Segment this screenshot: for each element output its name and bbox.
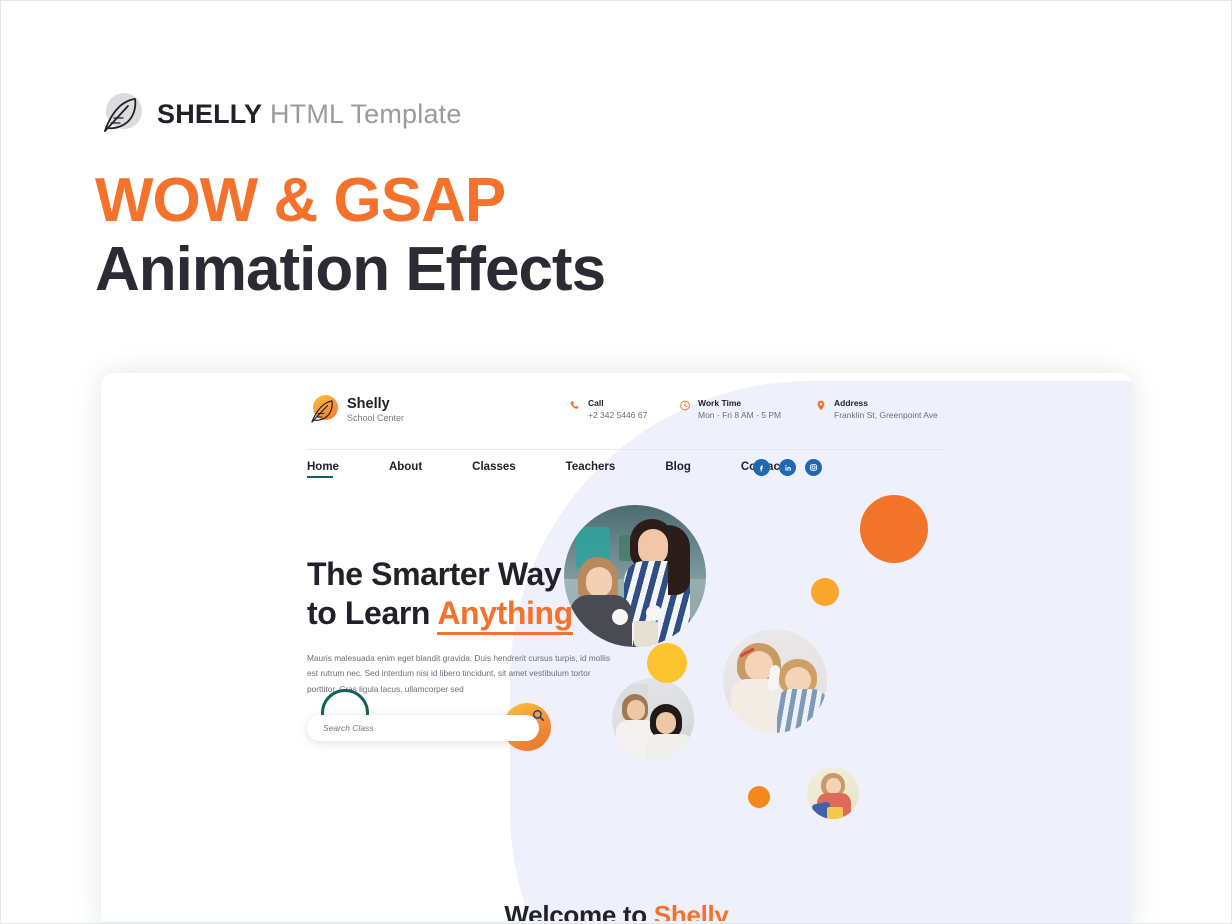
promo-title: SHELLY HTML Template [157, 98, 462, 129]
page-canvas: SHELLY HTML Template WOW & GSAP Animatio… [0, 0, 1232, 924]
nav-item-home[interactable]: Home [307, 461, 339, 478]
search-area [307, 689, 557, 751]
linkedin-icon[interactable] [779, 459, 796, 476]
facebook-icon[interactable] [753, 459, 770, 476]
site-brand[interactable]: Shelly School Center [307, 395, 404, 426]
site-header: Shelly School Center Call +2 342 5446 67 [101, 391, 1132, 445]
page-title: WOW & GSAP Animation Effects [95, 166, 995, 305]
hero-heading: The Smarter Way to Learn Anything [307, 555, 637, 636]
nav-item-blog[interactable]: Blog [665, 461, 691, 478]
contact-work-time[interactable]: Work Time Mon - Fri 8 AM - 5 PM [679, 398, 781, 422]
photo-two-girls [723, 629, 827, 733]
magnifier-icon[interactable] [532, 709, 545, 722]
dot-orange-bottom [748, 786, 770, 808]
dot-yellow [647, 643, 687, 683]
search-input[interactable] [321, 722, 495, 734]
search-box[interactable] [307, 715, 539, 741]
instagram-icon[interactable] [805, 459, 822, 476]
photo-girl-with-books [807, 767, 859, 819]
contact-work-time-value: Mon - Fri 8 AM - 5 PM [698, 410, 782, 421]
site-brand-tagline: School Center [347, 412, 405, 423]
social-links [753, 459, 822, 476]
nav-item-classes[interactable]: Classes [472, 461, 515, 478]
contact-work-time-title: Work Time [698, 398, 742, 408]
header-divider [307, 449, 947, 450]
hero-heading-highlight: Anything [437, 595, 573, 636]
hero-heading-line1: The Smarter Way [307, 556, 562, 592]
location-pin-icon [817, 400, 825, 411]
teal-arc-decoration [321, 689, 371, 717]
leaf-icon [97, 91, 143, 137]
contact-address[interactable]: Address Franklin St, Greenpoint Ave [815, 398, 938, 422]
headline-line-2: Animation Effects [95, 235, 606, 305]
contact-address-title: Address [834, 398, 869, 408]
contact-call-title: Call [588, 398, 604, 408]
clock-icon [680, 400, 690, 411]
photo-mother-and-child [612, 678, 694, 760]
contact-call[interactable]: Call +2 342 5446 67 [569, 398, 647, 422]
headline-line-1: WOW & GSAP [95, 166, 506, 235]
phone-icon [570, 401, 579, 409]
dot-orange-small [811, 578, 839, 606]
promo-brand-bold: SHELLY [157, 98, 263, 129]
dot-orange-large [860, 495, 928, 563]
promo-brand-light: HTML Template [269, 98, 462, 129]
site-brand-name: Shelly [347, 396, 390, 413]
promo-logo: SHELLY HTML Template [97, 91, 462, 137]
contact-call-value: +2 342 5446 67 [588, 410, 648, 421]
nav-item-about[interactable]: About [389, 461, 422, 478]
contact-address-value: Franklin St, Greenpoint Ave [834, 410, 938, 421]
website-mockup: Shelly Shelly School Center [101, 373, 1132, 923]
leaf-icon [307, 395, 338, 426]
hero-heading-line2: to Learn [307, 595, 438, 632]
nav-item-teachers[interactable]: Teachers [566, 461, 616, 478]
